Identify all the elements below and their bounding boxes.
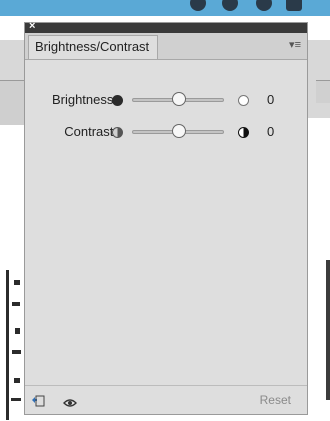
- background-left-strip: [0, 80, 24, 125]
- low-contrast-icon: [112, 127, 123, 138]
- background-right-strip: [316, 80, 330, 103]
- contrast-slider[interactable]: [132, 124, 224, 138]
- panel-menu-icon[interactable]: ▾≡: [289, 37, 301, 53]
- contrast-slider-thumb[interactable]: [172, 124, 186, 138]
- background-right-frame: [326, 260, 330, 400]
- light-circle-icon: [238, 95, 249, 106]
- brightness-slider[interactable]: [132, 92, 224, 106]
- clip-to-layer-icon[interactable]: [31, 394, 45, 407]
- high-contrast-icon: [238, 127, 249, 138]
- background-image-fragment: [6, 270, 24, 420]
- eye-icon[interactable]: [63, 395, 77, 407]
- contrast-row: Contrast: 0: [25, 122, 307, 142]
- brightness-row: Brightness: 0: [25, 90, 307, 110]
- background-icon-2: [222, 0, 238, 11]
- brightness-value: 0: [267, 92, 275, 107]
- panel-footer: Reset: [25, 385, 307, 414]
- close-icon[interactable]: ×: [29, 20, 35, 32]
- panel-tab-strip: Brightness/Contrast ▾≡: [25, 33, 307, 60]
- reset-button[interactable]: Reset: [260, 392, 291, 408]
- background-topbar: [0, 0, 330, 16]
- panel-header-bar[interactable]: ×: [25, 20, 307, 33]
- brightness-label: Brightness:: [51, 92, 117, 107]
- background-icon-1: [190, 0, 206, 11]
- brightness-slider-thumb[interactable]: [172, 92, 186, 106]
- background-icon-3: [256, 0, 272, 11]
- contrast-label: Contrast:: [64, 124, 117, 139]
- contrast-value: 0: [267, 124, 275, 139]
- tab-brightness-contrast[interactable]: Brightness/Contrast: [28, 35, 158, 59]
- background-icon-4: [286, 0, 302, 11]
- dark-circle-icon: [112, 95, 123, 106]
- brightness-contrast-panel: × Brightness/Contrast ▾≡ Brightness: 0 C…: [24, 20, 308, 415]
